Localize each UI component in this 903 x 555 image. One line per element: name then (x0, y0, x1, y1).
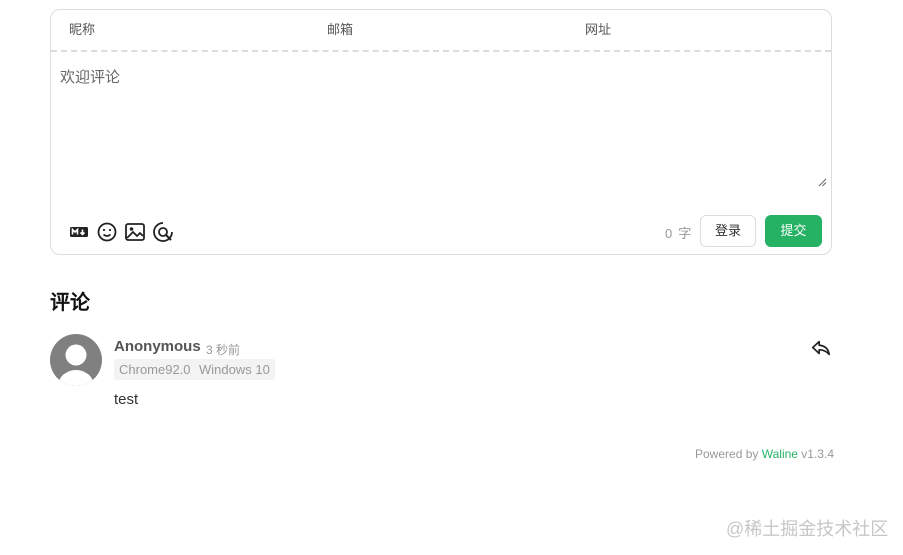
comment-time: 3 秒前 (206, 343, 241, 357)
word-counter: 0字 (665, 223, 691, 242)
watermark: @稀土掘金技术社区 (726, 519, 889, 539)
os-badge: Windows 10 (194, 359, 275, 380)
avatar (50, 334, 102, 386)
comment-author[interactable]: Anonymous (114, 338, 201, 355)
submit-button[interactable]: 提交 (765, 215, 822, 247)
emoji-icon[interactable] (95, 220, 119, 244)
mail-input[interactable]: 邮箱 (327, 10, 567, 50)
link-input[interactable]: 网址 (585, 10, 825, 50)
image-icon[interactable] (123, 220, 147, 244)
comment-textarea[interactable]: 欢迎评论 (60, 66, 830, 190)
reply-icon[interactable] (810, 337, 832, 359)
comment-form-header: 昵称 邮箱 网址 (51, 10, 831, 52)
login-button[interactable]: 登录 (700, 215, 756, 247)
comment-content: test (114, 391, 139, 408)
comment-form: 昵称 邮箱 网址 欢迎评论 0字 登录 提交 (50, 9, 832, 255)
resize-handle-icon[interactable] (817, 177, 827, 187)
powered-by: Powered by Waline v1.3.4 (695, 447, 834, 461)
word-count-value: 0 (665, 226, 673, 241)
nick-input[interactable]: 昵称 (69, 10, 309, 50)
powered-by-text: Powered by (695, 447, 759, 461)
preview-icon[interactable] (151, 220, 175, 244)
waline-link[interactable]: Waline (762, 447, 798, 461)
comments-heading: 评论 (50, 292, 90, 314)
version-text: v1.3.4 (801, 447, 834, 461)
markdown-icon[interactable] (67, 220, 91, 244)
word-count-unit: 字 (678, 226, 692, 241)
browser-badge: Chrome92.0 (114, 359, 196, 380)
